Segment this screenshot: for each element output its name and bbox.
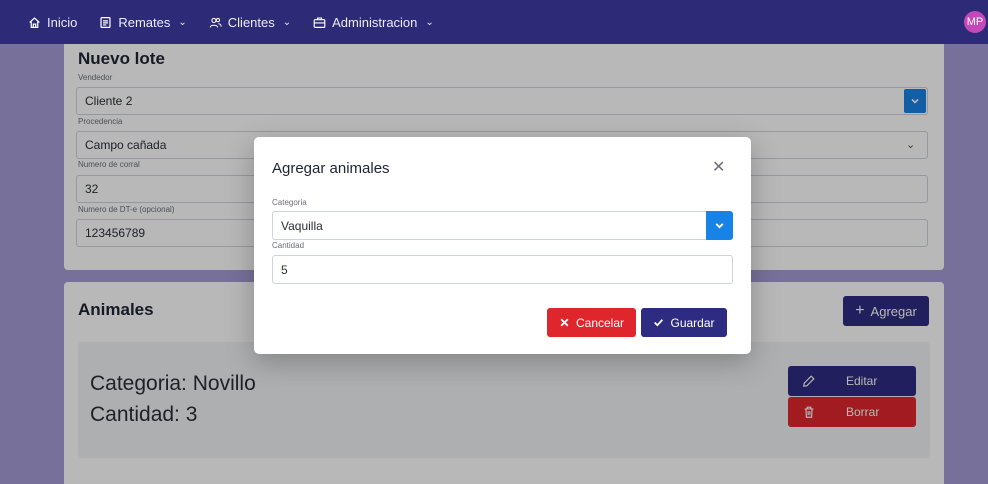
top-navbar: Inicio Remates ⌄ Clientes ⌄ Administraci… [0, 0, 988, 44]
nav-clientes[interactable]: Clientes ⌄ [209, 15, 291, 30]
modal-title: Agregar animales [272, 160, 390, 177]
check-icon [654, 319, 664, 327]
close-icon[interactable]: ✕ [712, 157, 725, 177]
nav-administracion[interactable]: Administracion ⌄ [313, 15, 434, 30]
save-button[interactable]: Guardar [641, 308, 727, 337]
categoria-label: Categoria [272, 198, 307, 207]
cantidad-value: 5 [281, 262, 288, 277]
user-avatar[interactable]: MP [964, 11, 986, 33]
categoria-value: Vaquilla [281, 218, 323, 233]
categoria-dropdown-button[interactable] [706, 211, 733, 240]
chevron-down-icon: ⌄ [178, 16, 187, 28]
home-icon [29, 16, 40, 28]
nav-administracion-label: Administracion [332, 14, 418, 30]
close-icon [560, 318, 569, 327]
cantidad-input[interactable]: 5 [272, 255, 733, 284]
nav-inicio-label: Inicio [47, 14, 78, 30]
categoria-select[interactable]: Vaquilla [272, 211, 733, 240]
add-animals-modal: Agregar animales ✕ Categoria Vaquilla Ca… [254, 137, 751, 354]
nav-inicio[interactable]: Inicio [28, 15, 77, 30]
chevron-down-icon [715, 223, 724, 229]
cantidad-label: Cantidad [272, 241, 305, 250]
nav-remates[interactable]: Remates ⌄ [99, 14, 187, 30]
chevron-down-icon: ⌄ [282, 16, 292, 28]
users-icon [209, 17, 222, 28]
nav-clientes-label: Clientes [227, 14, 275, 30]
document-icon [100, 16, 111, 28]
cancel-label: Cancelar [575, 315, 625, 330]
nav-remates-label: Remates [118, 14, 171, 30]
save-label: Guardar [670, 315, 715, 330]
briefcase-icon [313, 16, 326, 28]
cancel-button[interactable]: Cancelar [547, 308, 636, 337]
chevron-down-icon: ⌄ [425, 16, 434, 28]
